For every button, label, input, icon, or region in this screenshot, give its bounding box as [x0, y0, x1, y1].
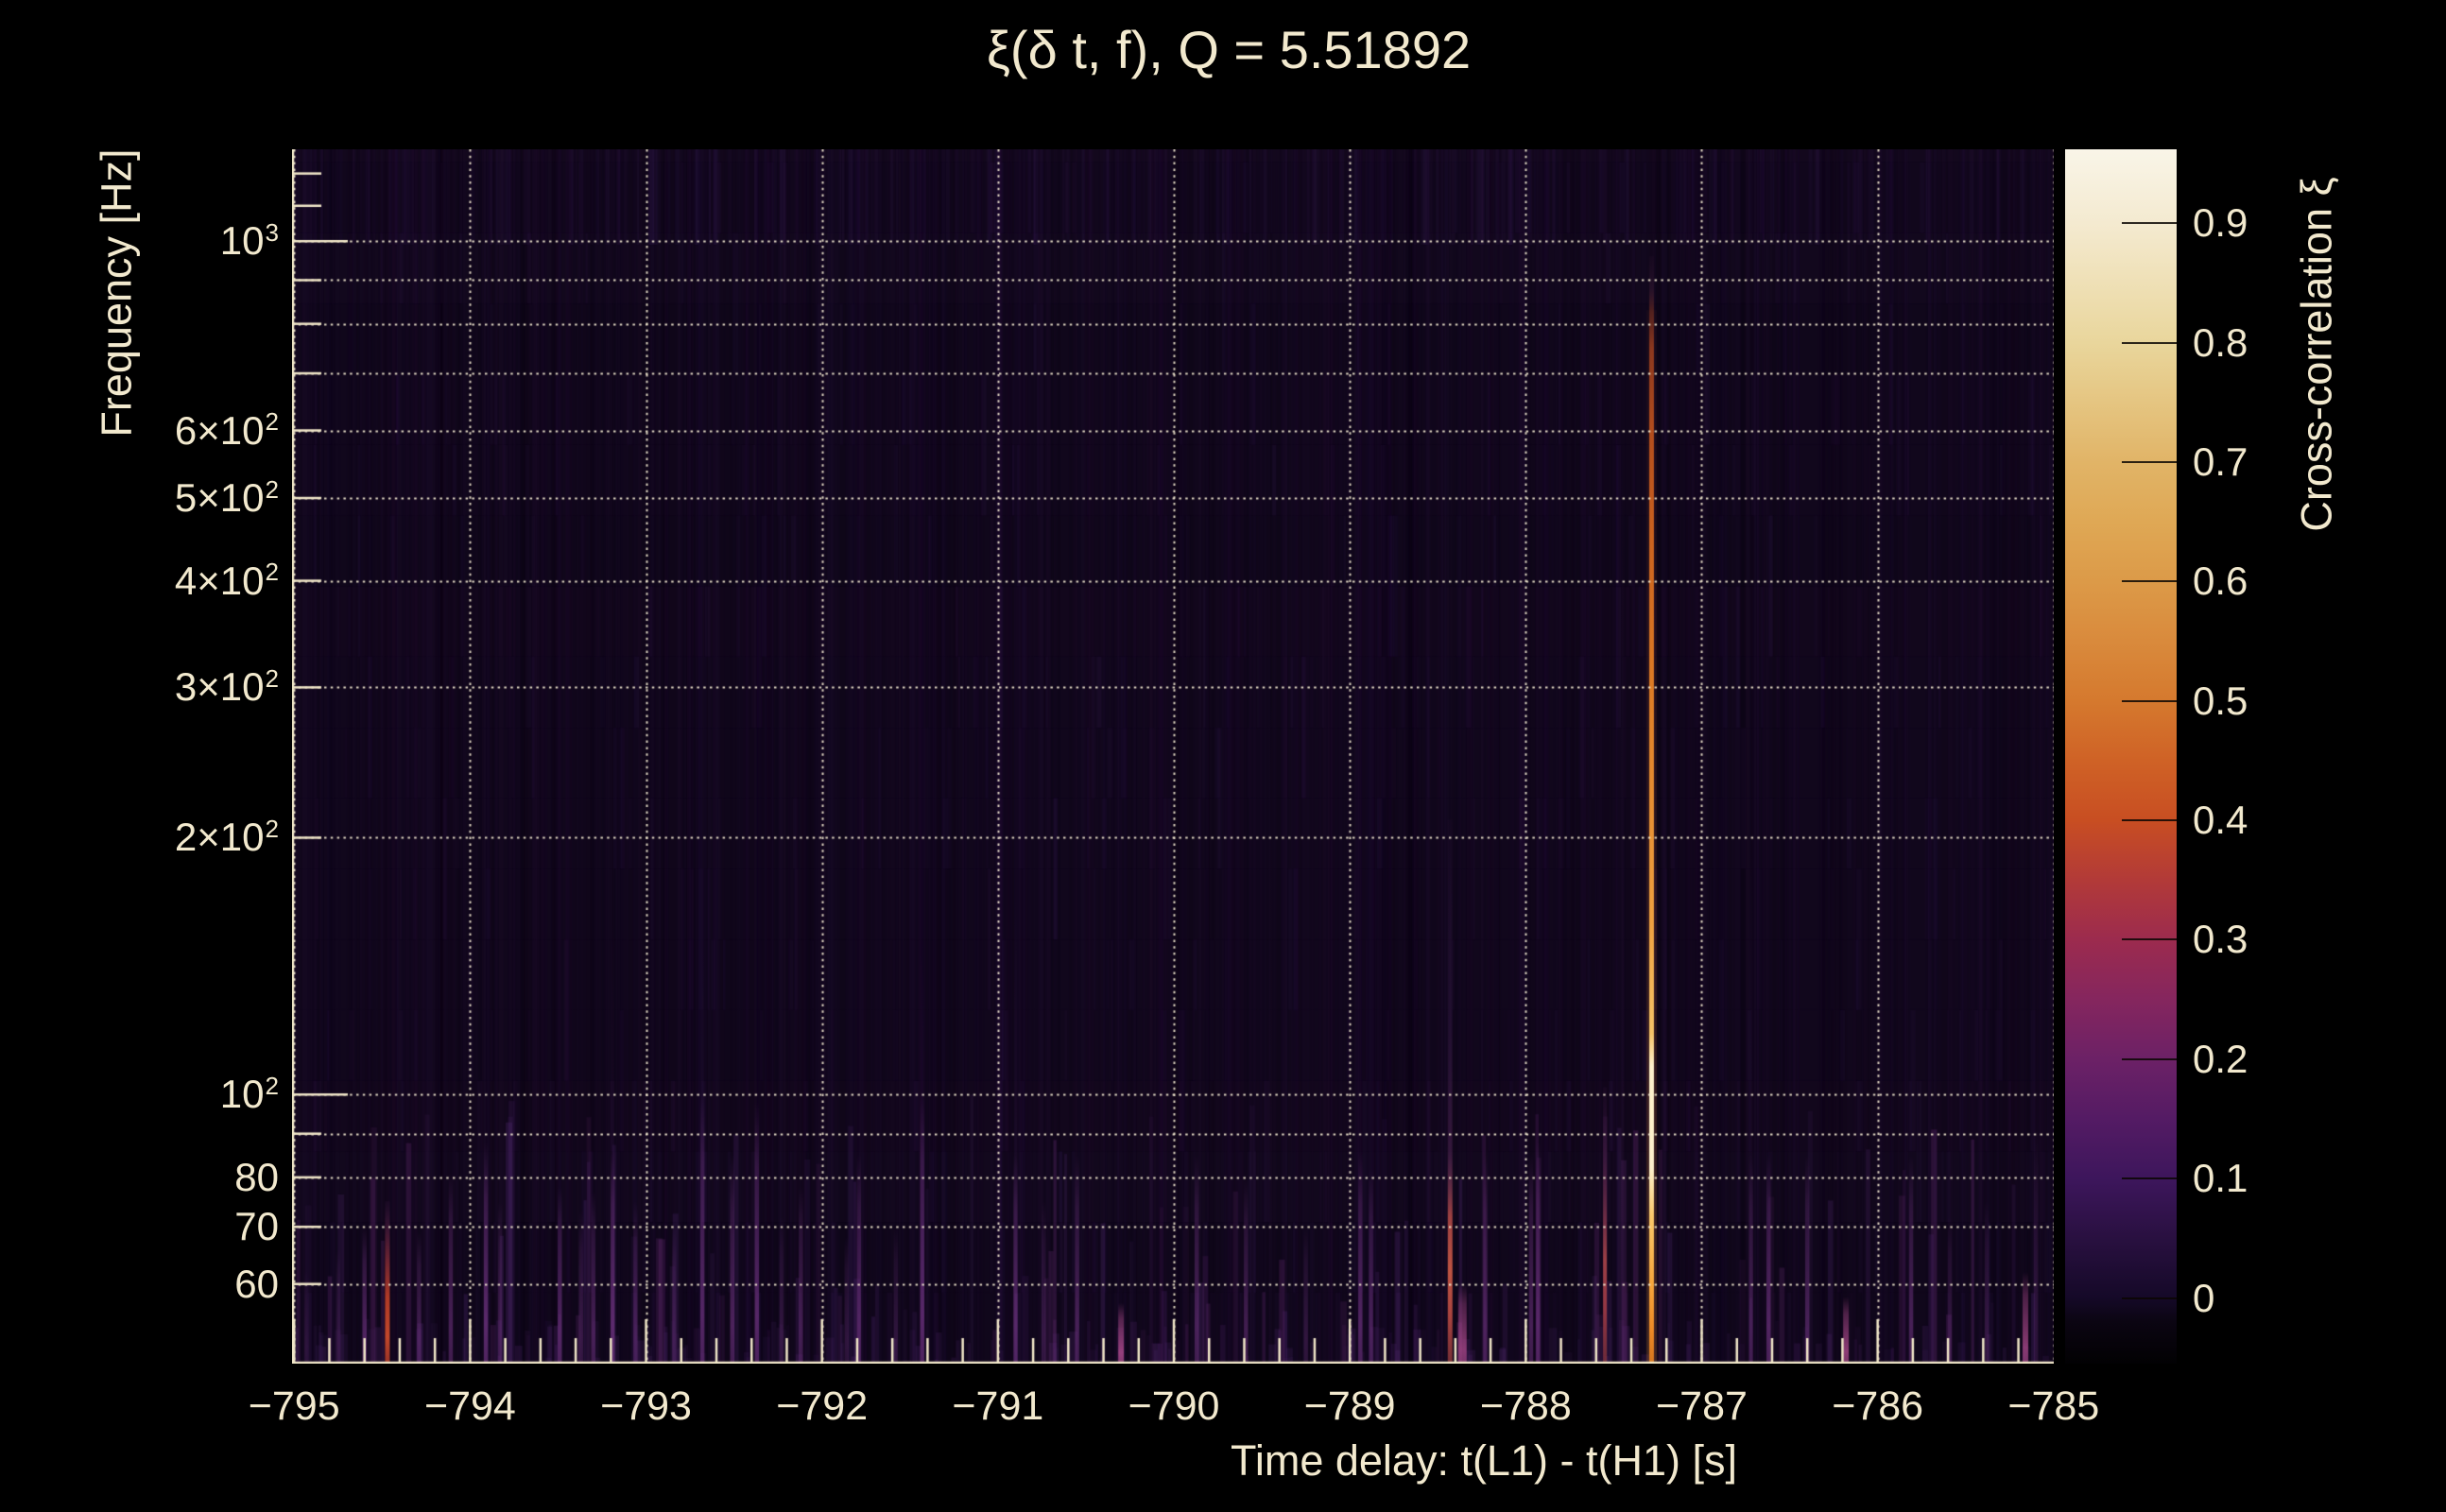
colorbar-tick-label: 0.2 [2193, 1036, 2248, 1081]
heatmap-canvas [292, 149, 2054, 1364]
x-tick-label: −789 [1303, 1383, 1396, 1429]
colorbar-tick [2122, 222, 2177, 225]
colorbar-tick [2122, 938, 2177, 941]
y-tick-label: 103 [219, 217, 279, 264]
y-tick-label: 4×102 [174, 558, 279, 603]
colorbar [2065, 149, 2177, 1364]
x-tick-label: −786 [1832, 1383, 1924, 1429]
y-tick-label: 5×102 [174, 474, 279, 521]
x-tick-label: −793 [600, 1383, 692, 1429]
x-tick-label: −792 [776, 1383, 869, 1429]
colorbar-tick [2122, 1297, 2177, 1299]
x-tick-label: −795 [248, 1383, 340, 1429]
y-tick-label: 2×102 [174, 815, 279, 860]
colorbar-tick [2122, 461, 2177, 464]
y-tick-label: 102 [219, 1072, 279, 1117]
chart-title: ξ(δ t, f), Q = 5.51892 [986, 20, 1472, 79]
colorbar-tick [2122, 1057, 2177, 1060]
x-tick-label: −794 [423, 1383, 516, 1429]
x-tick-label: −788 [1479, 1383, 1572, 1429]
colorbar-tick [2122, 819, 2177, 822]
x-tick-label: −785 [2007, 1383, 2100, 1429]
x-tick-label: −790 [1128, 1383, 1220, 1429]
canvas-window: ξ(δ t, f), Q = 5.51892 Frequency [Hz] 10… [0, 0, 2446, 1512]
y-tick-label: 6×102 [174, 407, 279, 453]
colorbar-tick-label: 0.3 [2193, 917, 2248, 962]
colorbar-tick [2122, 341, 2177, 344]
x-tick-label: −787 [1656, 1383, 1748, 1429]
colorbar-tick-label: 0.1 [2193, 1156, 2248, 1201]
colorbar-tick [2122, 699, 2177, 702]
colorbar-tick-label: 0.4 [2193, 798, 2248, 843]
colorbar-title: Cross-correlation ξ [2293, 177, 2341, 532]
y-tick-label: 3×102 [174, 664, 279, 710]
y-axis-title: Frequency [Hz] [93, 148, 141, 438]
y-tick-label: 60 [234, 1261, 279, 1306]
colorbar-tick [2122, 1177, 2177, 1180]
y-tick-label: 80 [234, 1154, 279, 1199]
y-tick-label: 70 [234, 1204, 279, 1249]
x-axis-title: Time delay: t(L1) - t(H1) [s] [1231, 1436, 1737, 1485]
colorbar-tick-label: 0 [2193, 1275, 2215, 1320]
colorbar-tick [2122, 580, 2177, 583]
colorbar-tick-label: 0.5 [2193, 678, 2248, 723]
x-tick-label: −791 [952, 1383, 1044, 1429]
